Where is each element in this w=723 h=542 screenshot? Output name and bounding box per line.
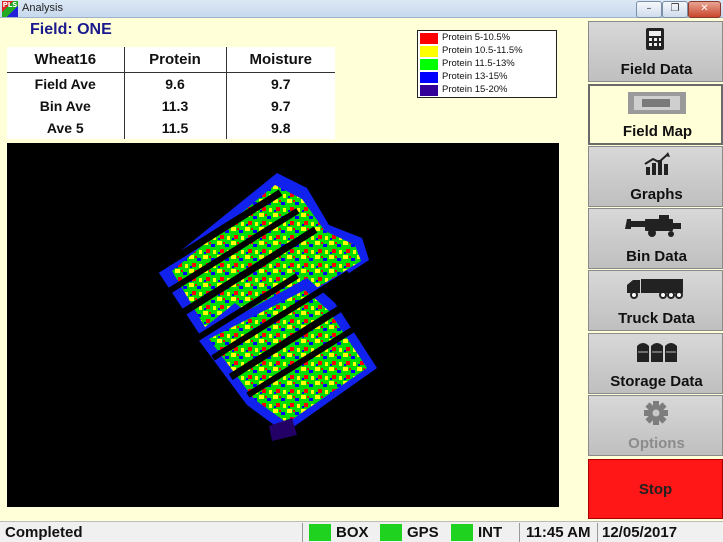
legend-item: Protein 10.5-11.5%	[420, 45, 554, 58]
status-time: 11:45 AM	[526, 524, 591, 541]
status-divider	[302, 523, 303, 542]
nav-field-map-button[interactable]: Field Map	[588, 84, 723, 145]
legend-item: Protein 11.5-13%	[420, 58, 554, 71]
table-row: Bin Ave 11.3 9.7	[7, 94, 335, 117]
column-header-moisture: Moisture	[226, 47, 335, 73]
field-protein-map[interactable]	[7, 143, 559, 507]
nav-truck-data-button[interactable]: Truck Data	[588, 270, 723, 331]
row-label: Bin Ave	[7, 94, 125, 117]
legend-swatch	[420, 85, 438, 96]
box-indicator: BOX	[309, 523, 369, 542]
close-button[interactable]: ✕	[688, 1, 721, 18]
nav-storage-data-button[interactable]: Storage Data	[588, 333, 723, 394]
status-divider	[519, 523, 520, 542]
nav-label: Storage Data	[610, 373, 703, 390]
protein-value: 9.6	[124, 72, 227, 95]
legend-label: Protein 15-20%	[442, 84, 508, 95]
status-bar: Completed BOX GPS INT 11:45 AM 12/05/201…	[0, 521, 723, 542]
minimize-button[interactable]: –	[636, 1, 662, 18]
bar-chart-icon	[589, 151, 723, 177]
moisture-value: 9.7	[271, 75, 291, 92]
protein-legend: Protein 5-10.5% Protein 10.5-11.5% Prote…	[417, 30, 557, 98]
table-header-row: Wheat16 Protein Moisture	[7, 47, 335, 73]
nav-label: Options	[628, 435, 685, 452]
status-date: 12/05/2017	[602, 524, 678, 541]
gps-indicator: GPS	[380, 523, 440, 542]
combine-harvester-icon	[589, 213, 723, 239]
status-text: Completed	[5, 524, 83, 541]
indicator-label: BOX	[336, 524, 369, 541]
maximize-button[interactable]: ❐	[662, 1, 688, 18]
legend-swatch	[420, 33, 438, 44]
field-map-shape	[151, 173, 377, 441]
field-stats-table: Wheat16 Protein Moisture Field Ave 9.6 9…	[7, 47, 335, 139]
legend-swatch	[420, 59, 438, 70]
legend-label: Protein 5-10.5%	[442, 32, 511, 43]
nav-label: Truck Data	[618, 310, 695, 327]
stop-button[interactable]: Stop	[588, 459, 723, 519]
row-label: Field Ave	[7, 72, 125, 95]
protein-value: 11.5	[124, 116, 227, 139]
indicator-label: INT	[478, 524, 503, 541]
legend-item: Protein 13-15%	[420, 71, 554, 84]
nav-label: Graphs	[630, 186, 683, 203]
stop-button-label: Stop	[638, 481, 673, 498]
legend-label: Protein 11.5-13%	[442, 58, 515, 69]
legend-item: Protein 15-20%	[420, 84, 554, 97]
grain-bins-icon	[589, 338, 723, 364]
moisture-value: 9.8	[271, 119, 291, 136]
gear-icon	[589, 400, 723, 426]
legend-swatch	[420, 72, 438, 83]
int-status-light	[451, 524, 473, 541]
table-row: Field Ave 9.6 9.7	[7, 72, 335, 95]
title-bar: PLS Analysis – ❐ ✕	[0, 0, 723, 18]
legend-item: Protein 5-10.5%	[420, 32, 554, 45]
column-header-protein: Protein	[124, 47, 227, 73]
nav-field-data-button[interactable]: Field Data	[588, 21, 723, 82]
legend-label: Protein 13-15%	[442, 71, 508, 82]
nav-label: Field Map	[622, 123, 693, 140]
row-label: Ave 5	[7, 116, 125, 139]
status-divider	[597, 523, 598, 542]
nav-options-button[interactable]: Options	[588, 395, 723, 456]
nav-label: Field Data	[620, 61, 693, 78]
box-status-light	[309, 524, 331, 541]
int-indicator: INT	[451, 523, 511, 542]
moisture-value: 9.7	[271, 97, 291, 114]
field-name-label: Field: ONE	[30, 21, 112, 38]
indicator-label: GPS	[407, 524, 439, 541]
legend-swatch	[420, 46, 438, 57]
nav-bin-data-button[interactable]: Bin Data	[588, 208, 723, 269]
legend-label: Protein 10.5-11.5%	[442, 45, 523, 56]
gps-status-light	[380, 524, 402, 541]
truck-icon	[589, 275, 723, 301]
column-header-crop: Wheat16	[7, 47, 125, 73]
app-logo-icon: PLS	[2, 1, 18, 17]
field-map-thumbnail-icon	[590, 90, 723, 116]
protein-value: 11.3	[124, 94, 227, 117]
nav-label: Bin Data	[626, 248, 687, 265]
calculator-icon	[589, 26, 723, 52]
window-title: Analysis	[22, 2, 63, 14]
field-map-canvas	[151, 173, 377, 441]
table-row: Ave 5 11.5 9.8	[7, 116, 335, 139]
nav-graphs-button[interactable]: Graphs	[588, 146, 723, 207]
